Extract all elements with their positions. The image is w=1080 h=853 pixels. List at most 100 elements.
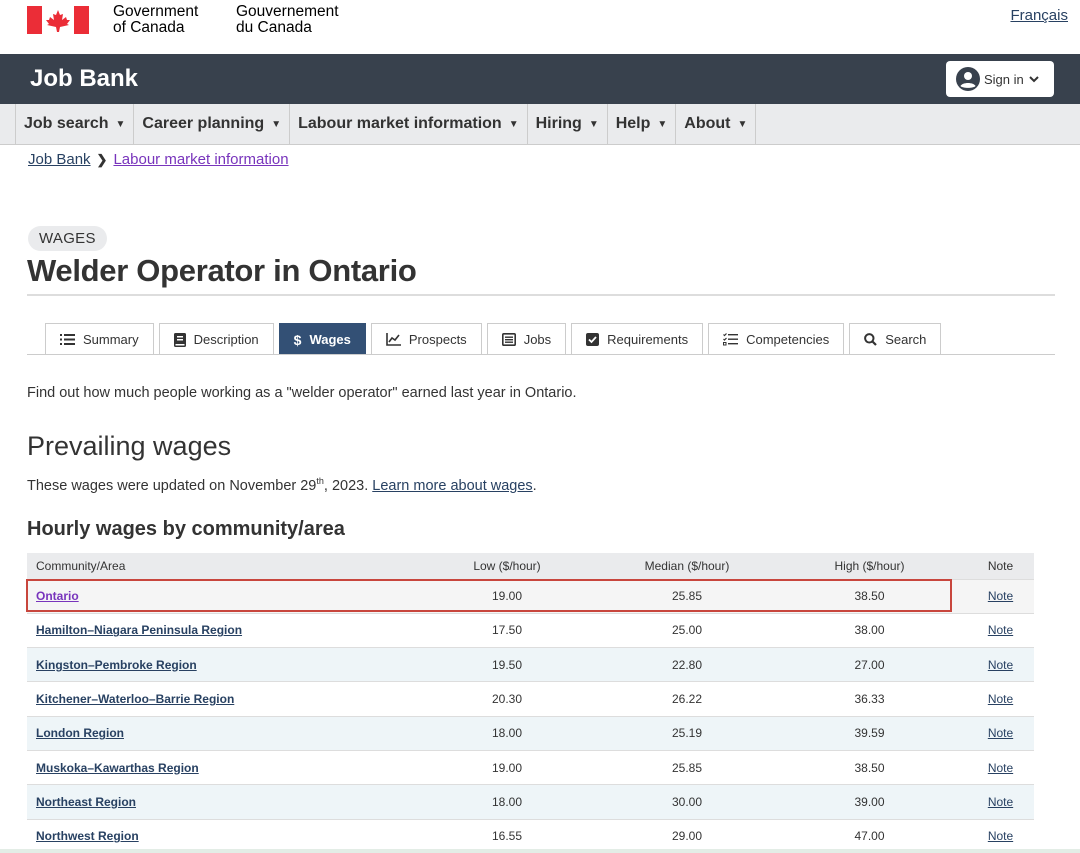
median-wage: 25.19 [602,716,772,751]
chevron-down-icon: ▼ [115,118,126,130]
median-wage: 30.00 [602,784,772,820]
table-row: Kingston–Pembroke Region 19.50 22.80 27.… [27,647,1034,683]
menu-item-about[interactable]: About ▼ [676,104,757,144]
median-wage: 26.22 [602,681,772,717]
area-link[interactable]: Muskoka–Kawarthas Region [36,761,199,775]
tab-requirements[interactable]: Requirements [571,323,704,355]
high-wage: 47.00 [772,819,967,853]
menu-item-hiring[interactable]: Hiring ▼ [528,104,608,144]
chevron-down-icon: ▼ [657,118,668,130]
note-link[interactable]: Note [988,692,1013,706]
note-link[interactable]: Note [988,658,1013,672]
area-link[interactable]: Kingston–Pembroke Region [36,658,197,672]
high-wage: 38.50 [772,579,967,614]
area-link[interactable]: London Region [36,726,124,740]
tab-description[interactable]: Description [158,323,274,355]
note-link[interactable]: Note [988,795,1013,809]
menu-item-labour-market-information[interactable]: Labour market information ▼ [290,104,528,144]
table-row: London Region 18.00 25.19 39.59 Note [27,716,1034,751]
search-icon [864,333,877,346]
low-wage: 18.00 [412,716,602,751]
note-link[interactable]: Note [988,829,1013,843]
high-wage: 39.00 [772,784,967,820]
chevron-down-icon: ▼ [588,118,599,130]
sign-in-button[interactable]: Sign in [946,61,1054,97]
table-row: Northeast Region 18.00 30.00 39.00 Note [27,784,1034,820]
area-link[interactable]: Kitchener–Waterloo–Barrie Region [36,692,234,706]
low-wage: 19.00 [412,579,602,614]
menu-item-help[interactable]: Help ▼ [608,104,677,144]
chevron-right-icon: ❯ [96,151,108,167]
menu-item-career-planning[interactable]: Career planning ▼ [134,104,291,144]
page-title: Welder Operator in Ontario [27,253,417,288]
tabs-divider [27,354,1055,355]
user-circle-icon [956,67,980,91]
tasks-icon [723,333,739,346]
chevron-down-icon: ▼ [737,118,748,130]
section-badge: WAGES [28,226,107,251]
breadcrumb-link-job-bank[interactable]: Job Bank [28,151,91,168]
sign-in-label: Sign in [984,71,1024,87]
low-wage: 16.55 [412,819,602,853]
canada-flag-icon [27,6,89,34]
note-link[interactable]: Note [988,623,1013,637]
median-wage: 29.00 [602,819,772,853]
language-toggle-link[interactable]: Français [1010,7,1068,24]
high-wage: 39.59 [772,716,967,751]
median-wage: 25.85 [602,750,772,786]
chevron-down-icon: ▼ [508,118,519,130]
high-wage: 38.50 [772,750,967,786]
occupation-tabs: Summary Description $ Wages Prospects Jo… [45,323,942,355]
page-bottom-edge [0,849,1080,853]
hourly-wages-heading: Hourly wages by community/area [27,518,345,540]
column-header: Note [967,553,1034,580]
list-alt-icon [501,333,516,346]
note-link[interactable]: Note [988,761,1013,775]
tab-prospects[interactable]: Prospects [370,323,482,355]
breadcrumb: Job Bank ❯ Labour market information [28,151,289,168]
column-header: Community/Area [27,553,412,580]
title-divider [27,294,1055,296]
low-wage: 19.00 [412,750,602,786]
note-link[interactable]: Note [988,726,1013,740]
wages-updated-text: These wages were updated on November 29t… [27,476,537,494]
low-wage: 18.00 [412,784,602,820]
app-bar: Job Bank Sign in [0,54,1080,104]
breadcrumb-link-labour-market-information[interactable]: Labour market information [113,151,288,168]
hourly-wages-table: Community/Area Low ($/hour) Median ($/ho… [27,553,1034,853]
chevron-down-icon: ▼ [271,118,282,130]
high-wage: 38.00 [772,613,967,649]
tab-summary[interactable]: Summary [45,323,154,355]
table-row: Northwest Region 16.55 29.00 47.00 Note [27,819,1034,853]
tab-jobs[interactable]: Jobs [486,323,567,355]
column-header: Median ($/hour) [602,553,772,580]
dollar-icon: $ [293,331,302,348]
note-link[interactable]: Note [988,589,1013,603]
area-link[interactable]: Hamilton–Niagara Peninsula Region [36,623,242,637]
government-signature-en: Government of Canada [113,3,199,36]
table-row: Kitchener–Waterloo–Barrie Region 20.30 2… [27,681,1034,717]
column-header: High ($/hour) [772,553,967,580]
area-link[interactable]: Northeast Region [36,795,136,809]
book-icon [173,332,186,347]
prevailing-wages-heading: Prevailing wages [27,431,232,461]
app-title[interactable]: Job Bank [30,65,138,93]
tab-search[interactable]: Search [849,323,942,355]
chart-line-icon [386,333,401,346]
low-wage: 20.30 [412,681,602,717]
low-wage: 17.50 [412,613,602,649]
table-row: Ontario 19.00 25.85 38.50 Note [27,579,1034,614]
area-link[interactable]: Ontario [36,589,79,603]
tab-competencies[interactable]: Competencies [708,323,845,355]
government-header: Government of Canada Gouvernement du Can… [0,0,1080,54]
low-wage: 19.50 [412,647,602,683]
checkbox-icon [586,333,600,346]
tab-wages[interactable]: $ Wages [278,323,366,355]
government-signature-fr: Gouvernement du Canada [236,3,339,36]
learn-more-link[interactable]: Learn more about wages [372,478,532,494]
menu-item-job-search[interactable]: Job search ▼ [15,104,135,144]
median-wage: 25.00 [602,613,772,649]
high-wage: 27.00 [772,647,967,683]
area-link[interactable]: Northwest Region [36,829,139,843]
intro-text: Find out how much people working as a "w… [27,385,577,401]
